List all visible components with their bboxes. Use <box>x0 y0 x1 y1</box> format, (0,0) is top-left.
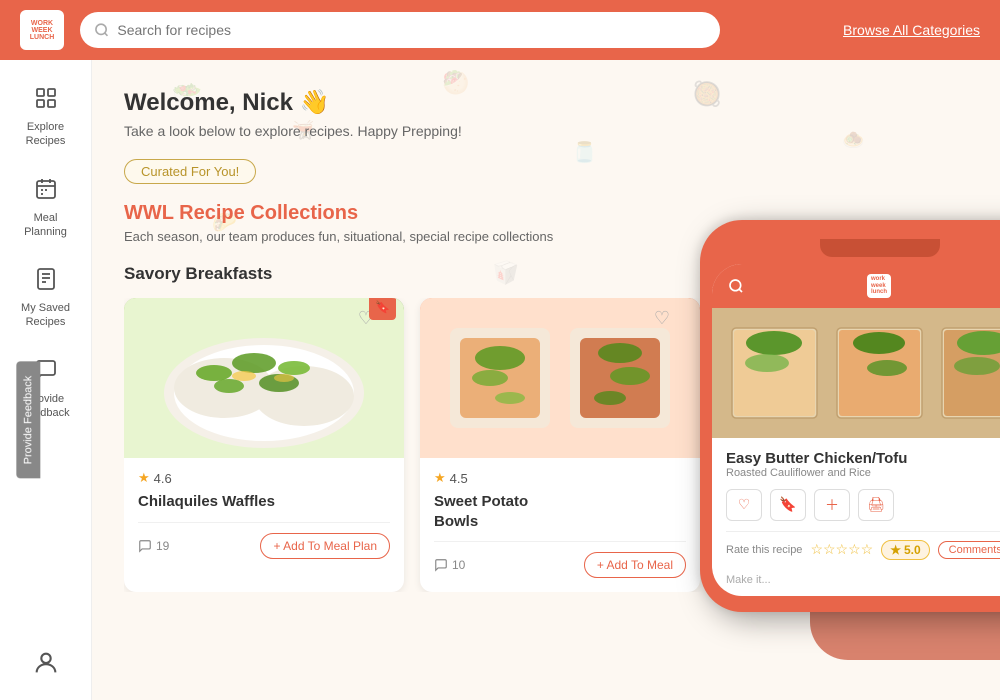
phone-rate-label: Rate this recipe <box>726 544 802 556</box>
meal-planning-icon <box>34 177 58 207</box>
star-icon-2: ★ <box>434 470 446 486</box>
phone-recipe-details: Easy Butter Chicken/Tofu Roasted Caulifl… <box>712 438 1000 568</box>
card-name-1: Chilaquiles Waffles <box>138 492 390 512</box>
notch-inner <box>820 239 940 257</box>
app-logo[interactable]: work week lunch <box>20 10 64 50</box>
phone-rating-row: Rate this recipe ☆☆☆☆☆ ★ 5.0 Comments <box>726 531 1000 560</box>
phone-score-value: 5.0 <box>904 543 921 557</box>
phone-logo-line1: work <box>871 276 887 283</box>
search-bar[interactable] <box>80 12 720 48</box>
phone-header: work week lunch <box>712 264 1000 308</box>
logo-text-3: lunch <box>30 34 55 41</box>
card-rating-2: ★ 4.5 <box>434 470 686 486</box>
logo-text-2: week <box>32 27 53 34</box>
main-layout: ExploreRecipes MealPlanning My SavedReci… <box>0 60 1000 700</box>
card-comments-1: 19 <box>138 539 169 553</box>
logo-text-1: work <box>31 20 53 27</box>
comment-icon-1 <box>138 539 152 553</box>
phone-recipe-subtitle: Roasted Cauliflower and Rice <box>726 467 1000 479</box>
card-body-2: ★ 4.5 Sweet PotatoBowls 10 + Add To Meal <box>420 458 700 592</box>
phone-star-empty: ☆☆☆☆☆ <box>810 541 873 558</box>
search-input[interactable] <box>117 22 706 38</box>
recipe-card-sweetpotato: ♡ ★ 4.5 Sweet PotatoBowls 10 <box>420 298 700 592</box>
user-avatar[interactable] <box>32 649 60 684</box>
wave-emoji: 👋 <box>300 89 330 116</box>
phone-bottom: Make it... <box>712 568 1000 596</box>
card-image-1: ♡ 🔖 <box>124 298 404 458</box>
phone-action-buttons: ♡ 🔖 ＋ 🖨 <box>726 489 1000 521</box>
sidebar-meal-planning-label: MealPlanning <box>24 211 67 240</box>
recipe-card-chilaquiles: ♡ 🔖 ★ 4.6 Chilaquiles Waffles 19 <box>124 298 404 592</box>
sidebar-item-explore[interactable]: ExploreRecipes <box>6 76 86 159</box>
browse-all-link[interactable]: Browse All Categories <box>843 22 980 38</box>
sidebar-item-saved[interactable]: My SavedRecipes <box>6 257 86 340</box>
card-footer-2: 10 + Add To Meal <box>434 541 686 578</box>
phone-logo-line2: week <box>871 283 887 290</box>
card-name-2: Sweet PotatoBowls <box>434 492 686 531</box>
card-image-2: ♡ <box>420 298 700 458</box>
phone-recipe-name: Easy Butter Chicken/Tofu <box>726 450 1000 467</box>
phone-notch <box>712 236 1000 260</box>
card-body-1: ★ 4.6 Chilaquiles Waffles 19 + Add To Me… <box>124 458 404 573</box>
search-icon <box>94 22 109 38</box>
rating-score-2: 4.5 <box>450 471 468 486</box>
phone-make-label: Make it... <box>726 574 771 586</box>
phone-comments-btn[interactable]: Comments <box>938 541 1000 559</box>
star-icon-1: ★ <box>138 470 150 486</box>
card-comments-2: 10 <box>434 558 465 572</box>
feedback-tab[interactable]: Provide Feedback <box>16 362 40 479</box>
feedback-tab-label: Provide Feedback <box>22 376 34 465</box>
username-text: Nick <box>242 89 293 116</box>
comment-count-1: 19 <box>156 539 169 553</box>
main-content: 🥗 🫕 🥙 🫙 🥘 🧆 🌮 🥡 🥣 Welcome, Nick 👋 Take a… <box>92 60 1000 700</box>
rating-score-1: 4.6 <box>154 471 172 486</box>
phone-add-btn[interactable]: ＋ <box>814 489 850 521</box>
bookmark-icon-1: 🔖 <box>369 298 396 320</box>
phone-overlay: work week lunch <box>700 220 1000 612</box>
comment-icon-2 <box>434 558 448 572</box>
curated-badge: Curated For You! <box>124 159 256 184</box>
sidebar-explore-label: ExploreRecipes <box>26 120 66 149</box>
heart-icon-2[interactable]: ♡ <box>654 308 670 329</box>
phone-heart-btn[interactable]: ♡ <box>726 489 762 521</box>
phone-print-btn[interactable]: 🖨 <box>858 489 894 521</box>
card-rating-1: ★ 4.6 <box>138 470 390 486</box>
sidebar-saved-label: My SavedRecipes <box>21 301 70 330</box>
card-footer-1: 19 + Add To Meal Plan <box>138 522 390 559</box>
phone-bookmark-btn[interactable]: 🔖 <box>770 489 806 521</box>
phone-frame: work week lunch <box>700 220 1000 612</box>
sidebar-item-meal-planning[interactable]: MealPlanning <box>6 167 86 250</box>
phone-search-icon[interactable] <box>728 278 744 294</box>
phone-logo: work week lunch <box>867 274 891 298</box>
comment-count-2: 10 <box>452 558 465 572</box>
add-to-meal-plan-btn-1[interactable]: + Add To Meal Plan <box>260 533 390 559</box>
app-header: work week lunch Browse All Categories <box>0 0 1000 60</box>
phone-screen: work week lunch <box>712 264 1000 596</box>
add-to-meal-plan-btn-2[interactable]: + Add To Meal <box>584 552 686 578</box>
explore-icon <box>34 86 58 116</box>
phone-score-badge: ★ 5.0 <box>881 540 929 560</box>
phone-recipe-image <box>712 308 1000 438</box>
saved-recipes-icon <box>34 267 58 297</box>
sidebar: ExploreRecipes MealPlanning My SavedReci… <box>0 60 92 700</box>
phone-content: Easy Butter Chicken/Tofu Roasted Caulifl… <box>712 308 1000 596</box>
welcome-tagline: Take a look below to explore recipes. Ha… <box>124 123 968 139</box>
welcome-heading: Welcome, Nick 👋 <box>124 88 968 117</box>
phone-star-filled: ★ <box>890 543 901 557</box>
phone-logo-line3: lunch <box>871 289 887 296</box>
welcome-text: Welcome, <box>124 89 242 116</box>
